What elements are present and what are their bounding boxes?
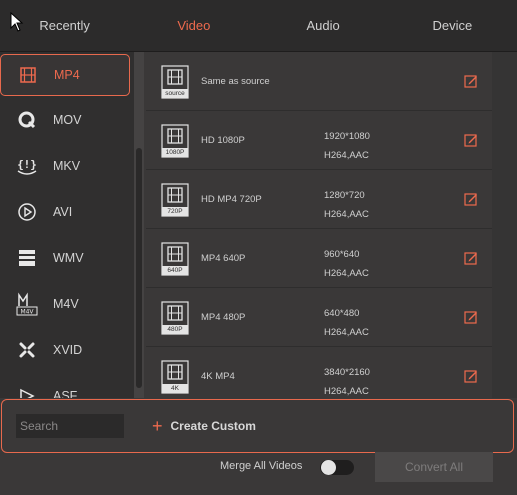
format-codec: H264,AAC [324,327,369,338]
format-badge: 4K [171,385,179,392]
merge-all-videos-toggle[interactable] [320,460,354,475]
edit-icon[interactable] [464,192,478,206]
format-name: MP4 480P [201,312,246,323]
edit-icon[interactable] [464,74,478,88]
format-codec: H264,AAC [324,209,369,220]
format-row-mp4-640p[interactable]: 640P MP4 640P 960*640 H264,AAC [146,229,492,288]
format-codec: H264,AAC [324,268,369,279]
sidebar-item-avi[interactable]: AVI [0,190,134,234]
quicktime-icon [14,107,40,133]
plus-icon: + [152,416,163,436]
format-codec: H264,AAC [324,150,369,161]
format-name: HD 1080P [201,135,245,146]
convert-all-button[interactable]: Convert All [375,452,493,482]
list-scroll-area [492,52,517,398]
toggle-knob [321,460,336,475]
format-resolution: 1280*720 [324,190,365,201]
tab-video[interactable]: Video [129,0,258,51]
format-row-4k-mp4[interactable]: 4K 4K MP4 3840*2160 H264,AAC [146,347,492,398]
format-row-hd-mp4-720p[interactable]: 720P HD MP4 720P 1280*720 H264,AAC [146,170,492,229]
format-resolution: 640*480 [324,308,360,319]
sidebar-item-label: MP4 [54,68,80,82]
edit-icon[interactable] [464,133,478,147]
sidebar-item-m4v[interactable]: M4V M4V [0,282,134,326]
format-tabs: Recently Video Audio Device [0,0,517,52]
m4v-icon: M4V [14,291,40,317]
mouse-pointer-icon [10,12,24,32]
edit-icon[interactable] [464,369,478,383]
sidebar-item-xvid[interactable]: XVID [0,328,134,372]
format-name: MP4 640P [201,253,246,264]
sidebar-item-mov[interactable]: MOV [0,98,134,142]
tab-device[interactable]: Device [388,0,517,51]
format-resolution: 1920*1080 [324,131,370,142]
custom-bar: + Create Custom [1,399,514,453]
format-row-hd-1080p[interactable]: 1080P HD 1080P 1920*1080 H264,AAC [146,111,492,170]
format-sidebar: MP4 MOV {!} MKV AVI WMV M4V M4V XVID ASF [0,52,134,398]
edit-icon[interactable] [464,251,478,265]
sidebar-scrollbar-thumb[interactable] [136,148,142,388]
sidebar-item-label: MOV [53,113,82,127]
sidebar-item-label: M4V [53,297,79,311]
sidebar-item-label: XVID [53,343,83,357]
sidebar-item-label: AVI [53,205,73,219]
sidebar-item-asf[interactable]: ASF [0,374,134,398]
format-resolution: 3840*2160 [324,367,370,378]
svg-text:M4V: M4V [20,309,34,316]
format-codec: H264,AAC [324,386,369,397]
edit-icon[interactable] [464,310,478,324]
create-custom-label: Create Custom [170,419,256,433]
clapperboard-icon [14,245,40,271]
format-name: HD MP4 720P [201,194,262,205]
xvid-icon [14,337,40,363]
format-row-same-as-source[interactable]: source Same as source [146,52,492,111]
format-badge: 480P [167,326,183,333]
format-list: source Same as source 1080P HD 1080P 192… [146,52,492,398]
sidebar-item-label: WMV [53,251,84,265]
sidebar-item-mkv[interactable]: {!} MKV [0,144,134,188]
format-name: Same as source [201,76,270,87]
tab-audio[interactable]: Audio [259,0,388,51]
svg-text:{!}: {!} [17,158,37,171]
asf-icon [14,383,40,398]
format-badge: 640P [167,267,183,274]
format-row-mp4-480p[interactable]: 480P MP4 480P 640*480 H264,AAC [146,288,492,347]
mkv-icon: {!} [14,153,40,179]
sidebar-scrollbar[interactable] [134,52,144,398]
create-custom-button[interactable]: + Create Custom [152,414,256,438]
sidebar-item-label: MKV [53,159,81,173]
sidebar-item-label: ASF [53,389,78,398]
format-badge: source [165,90,185,97]
format-name: 4K MP4 [201,371,235,382]
format-badge: 1080P [165,149,185,156]
sidebar-item-wmv[interactable]: WMV [0,236,134,280]
sidebar-item-mp4[interactable]: MP4 [0,54,130,96]
play-circle-icon [14,199,40,225]
format-badge: 720P [167,208,183,215]
film-icon [15,62,41,88]
search-input[interactable] [16,414,124,438]
format-resolution: 960*640 [324,249,360,260]
merge-all-videos-label: Merge All Videos [220,460,303,472]
